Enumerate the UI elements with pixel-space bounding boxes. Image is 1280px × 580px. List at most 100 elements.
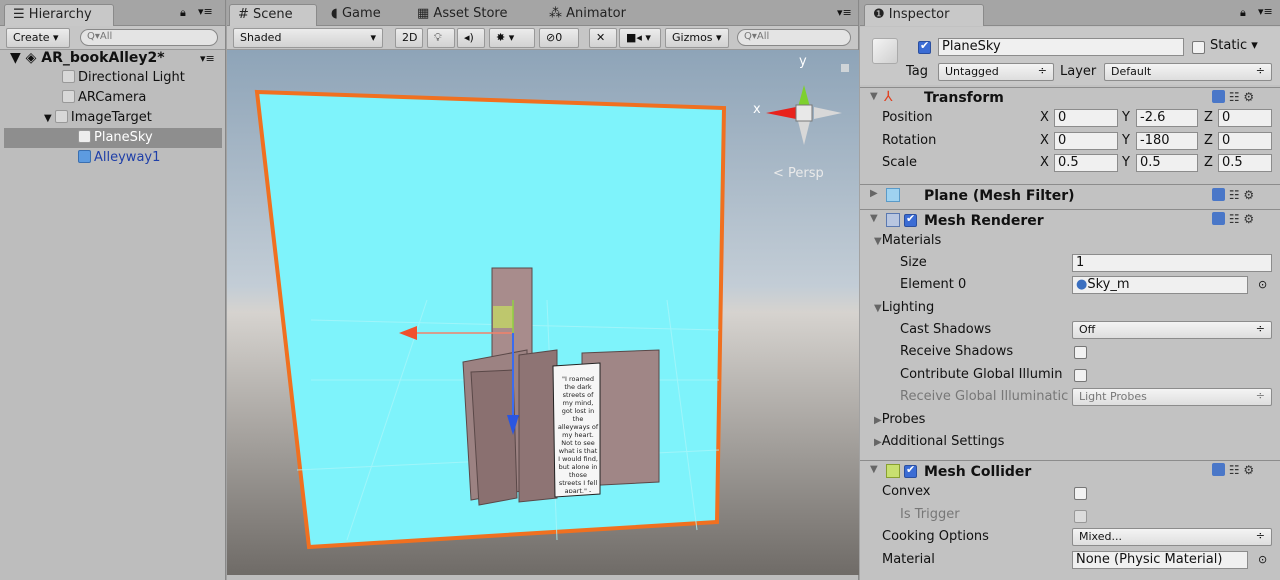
preset-icon[interactable]: ☷ [1229, 90, 1240, 104]
scene-root-row[interactable]: ▼ ◈ AR_bookAlley2* [10, 50, 165, 66]
preset-icon[interactable]: ☷ [1229, 188, 1240, 202]
cast-shadows-dropdown[interactable]: Off [1072, 321, 1272, 339]
scene-search-input[interactable]: Q▾All [737, 29, 851, 46]
probes-foldout[interactable]: ▶Probes [874, 412, 925, 427]
materials-size-field[interactable]: 1 [1072, 254, 1272, 272]
static-checkbox[interactable] [1192, 41, 1205, 54]
tree-item-alleyway1[interactable]: Alleyway1 [78, 150, 160, 165]
gizmos-dropdown[interactable]: Gizmos ▾ [665, 28, 729, 48]
contribute-gi-checkbox[interactable] [1074, 369, 1087, 382]
cooking-options-dropdown[interactable]: Mixed... [1072, 528, 1272, 546]
component-buttons[interactable]: ☷ ⚙ [1212, 90, 1254, 104]
receive-shadows-checkbox[interactable] [1074, 346, 1087, 359]
materials-foldout[interactable]: ▼Materials [874, 233, 941, 248]
2d-toggle-button[interactable]: 2D [395, 28, 423, 48]
tree-item-imagetarget[interactable]: ▼ ImageTarget [44, 110, 152, 125]
hierarchy-panel: ☰ Hierarchy 🔒︎ ▾≡ Create ▾ Q▾All ▼ ◈ AR_… [0, 0, 226, 580]
preset-icon[interactable]: ☷ [1229, 212, 1240, 226]
list-icon: ☰ [13, 7, 29, 22]
prefab-icon [78, 150, 91, 163]
component-buttons[interactable]: ☷ ⚙ [1212, 212, 1254, 226]
help-icon[interactable] [1212, 188, 1225, 201]
scale-x-field[interactable]: 0.5 [1054, 154, 1118, 172]
tag-dropdown[interactable]: Untagged [938, 63, 1054, 81]
rotation-label: Rotation [882, 133, 937, 148]
mesh-renderer-enabled-checkbox[interactable] [904, 212, 917, 227]
gear-icon[interactable]: ⚙ [1243, 188, 1254, 202]
tree-item-directional-light[interactable]: Directional Light [62, 70, 185, 85]
gameobject-icon [62, 70, 75, 83]
rotation-x-field[interactable]: 0 [1054, 132, 1118, 150]
collider-material-field[interactable]: None (Physic Material) [1072, 551, 1248, 569]
additional-settings-foldout[interactable]: ▶Additional Settings [874, 434, 1004, 449]
grid-icon: # [238, 7, 254, 22]
element0-field[interactable]: ●Sky_m [1072, 276, 1248, 294]
rotation-z-field[interactable]: 0 [1218, 132, 1272, 150]
foldout-arrow-icon[interactable]: ▼ [870, 213, 878, 224]
object-name-field[interactable]: PlaneSky [938, 38, 1184, 56]
lighting-toggle-icon[interactable]: 💡︎ [427, 28, 455, 48]
component-buttons[interactable]: ☷ ⚙ [1212, 463, 1254, 477]
foldout-arrow-icon: ▼ [874, 303, 882, 314]
scale-z-field[interactable]: 0.5 [1218, 154, 1272, 172]
lock-icon[interactable]: 🔒︎ [180, 6, 186, 20]
tab-scene[interactable]: # Scene [229, 4, 317, 26]
help-icon[interactable] [1212, 463, 1225, 476]
help-icon[interactable] [1212, 90, 1225, 103]
gizmo-lock-icon[interactable] [841, 64, 849, 72]
layer-dropdown[interactable]: Default [1104, 63, 1272, 81]
mesh-renderer-title: Mesh Renderer [924, 213, 1044, 229]
gear-icon[interactable]: ⚙ [1243, 212, 1254, 226]
scene-render[interactable] [227, 50, 859, 575]
scene-menu-icon[interactable]: ▾≡ [200, 52, 215, 65]
foldout-arrow-icon[interactable]: ▼ [870, 91, 878, 102]
gear-icon[interactable]: ⚙ [1243, 90, 1254, 104]
foldout-arrow-icon[interactable]: ▶ [870, 188, 878, 199]
static-label[interactable]: Static ▾ [1210, 38, 1258, 53]
store-icon: ▦ [417, 6, 434, 21]
panel-menu-icon[interactable]: ▾≡ [198, 5, 213, 18]
convex-checkbox[interactable] [1074, 487, 1087, 500]
create-button[interactable]: Create ▾ [6, 28, 70, 48]
rotation-y-field[interactable]: -180 [1136, 132, 1198, 150]
help-icon[interactable] [1212, 212, 1225, 225]
scene-viewport[interactable]: y x < Persp "I roamed the dark streets o… [227, 50, 859, 575]
hidden-objects-toggle[interactable]: ⊘0 [539, 28, 579, 48]
gear-icon[interactable]: ⚙ [1243, 463, 1254, 477]
audio-toggle-icon[interactable]: ◂) [457, 28, 485, 48]
mesh-collider-enabled-checkbox[interactable] [904, 463, 917, 478]
expand-arrow-icon[interactable]: ▼ [10, 50, 26, 66]
panel-menu-icon[interactable]: ▾≡ [837, 6, 852, 19]
tab-asset-store[interactable]: ▦ Asset Store [409, 4, 515, 26]
panel-menu-icon[interactable]: ▾≡ [1258, 5, 1273, 18]
scene-tools-icon[interactable]: ✕ [589, 28, 617, 48]
camera-settings-icon[interactable]: ■◂ ▾ [619, 28, 661, 48]
object-picker-icon[interactable]: ⊙ [1258, 278, 1267, 291]
component-buttons[interactable]: ☷ ⚙ [1212, 188, 1254, 202]
contribute-gi-label: Contribute Global Illumin [900, 367, 1063, 382]
expand-arrow-icon[interactable]: ▼ [44, 113, 55, 124]
lock-icon[interactable]: 🔒︎ [1240, 6, 1246, 20]
tree-item-planesky[interactable]: PlaneSky [78, 130, 153, 145]
foldout-arrow-icon[interactable]: ▼ [870, 464, 878, 475]
scale-y-field[interactable]: 0.5 [1136, 154, 1198, 172]
active-checkbox[interactable] [918, 39, 931, 54]
tab-inspector[interactable]: ❶ Inspector [864, 4, 984, 26]
mesh-collider-title: Mesh Collider [924, 464, 1032, 480]
inspector-panel: ❶ Inspector 🔒︎ ▾≡ PlaneSky Static ▾ Tag … [860, 0, 1280, 580]
position-y-field[interactable]: -2.6 [1136, 109, 1198, 127]
tree-item-arcamera[interactable]: ARCamera [62, 90, 146, 105]
lighting-foldout[interactable]: ▼Lighting [874, 300, 934, 315]
preset-icon[interactable]: ☷ [1229, 463, 1240, 477]
eye-slash-icon: ⊘ [546, 31, 556, 44]
position-x-field[interactable]: 0 [1054, 109, 1118, 127]
tab-animator[interactable]: ⁂ Animator [541, 4, 634, 26]
effects-dropdown-icon[interactable]: ✸ ▾ [489, 28, 535, 48]
axis-y-label: Y [1122, 110, 1130, 125]
position-z-field[interactable]: 0 [1218, 109, 1272, 127]
hierarchy-search-input[interactable]: Q▾All [80, 29, 218, 46]
object-picker-icon[interactable]: ⊙ [1258, 553, 1267, 566]
tab-game[interactable]: ◖ Game [323, 4, 389, 26]
tab-hierarchy[interactable]: ☰ Hierarchy [4, 4, 114, 26]
shading-mode-dropdown[interactable]: Shaded ▾ [233, 28, 383, 48]
